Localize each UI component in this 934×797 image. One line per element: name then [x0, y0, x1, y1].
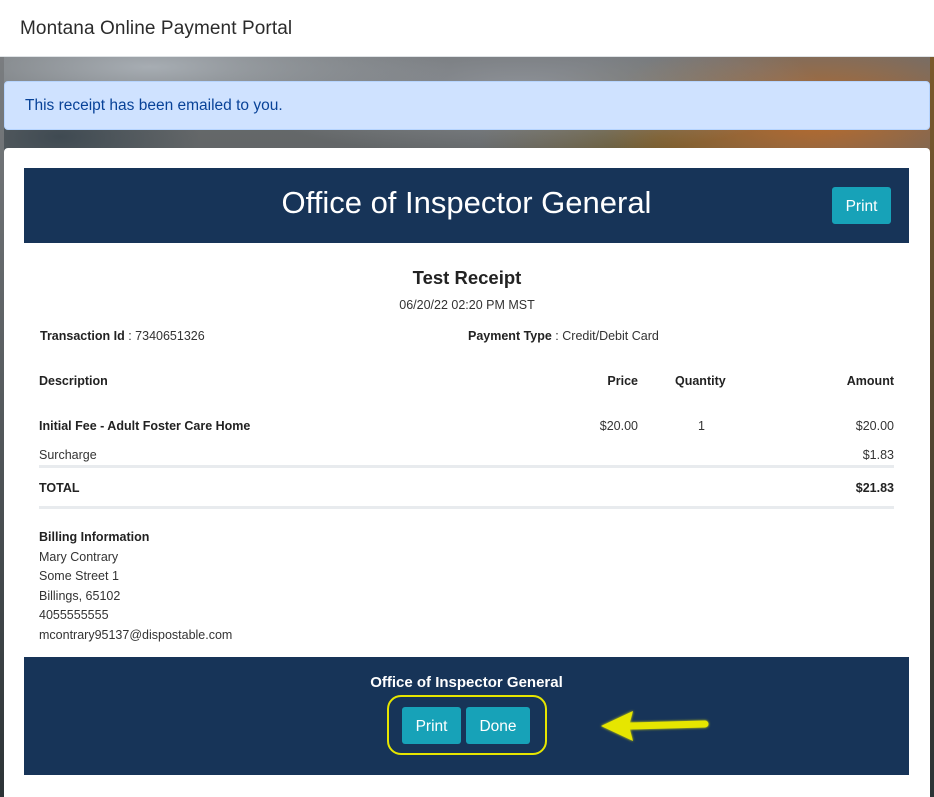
pointer-arrow-icon [601, 711, 709, 741]
footer-agency-title: Office of Inspector General [370, 674, 563, 691]
total-amount: $21.83 [855, 481, 894, 495]
surcharge-label: Surcharge [39, 448, 97, 462]
receipt-title: Test Receipt [412, 267, 522, 288]
payment-type-label: Payment Type [468, 329, 552, 343]
column-header-description: Description [39, 374, 108, 388]
agency-title: Office of Inspector General [281, 185, 652, 220]
email-confirmation-alert: This receipt has been emailed to you. [4, 81, 930, 130]
billing-email: mcontrary95137@dispostable.com [39, 627, 233, 642]
total-label: TOTAL [39, 481, 80, 495]
transaction-id-value: 7340651326 [135, 329, 205, 343]
receipt-footer-banner: Office of Inspector General Print Done [24, 657, 909, 775]
receipt-header-banner: Office of Inspector General Print [24, 168, 909, 243]
print-button-bottom[interactable]: Print [402, 707, 461, 744]
transaction-id-label: Transaction Id [40, 329, 125, 343]
alert-message: This receipt has been emailed to you. [25, 97, 283, 114]
billing-city-zip: Billings, 65102 [39, 588, 121, 603]
divider-before-total [39, 465, 894, 468]
background-edge-right [930, 57, 934, 797]
line-item-description: Initial Fee - Adult Foster Care Home [39, 419, 251, 433]
receipt-card: Office of Inspector General Print Test R… [4, 148, 930, 797]
billing-heading: Billing Information [39, 530, 150, 544]
billing-phone: 4055555555 [39, 608, 109, 622]
column-header-amount: Amount [846, 374, 894, 388]
line-item-price: $20.00 [599, 419, 638, 433]
top-navbar: Montana Online Payment Portal [0, 0, 934, 57]
payment-type-value: Credit/Debit Card [562, 329, 659, 343]
divider-after-total [39, 506, 894, 509]
billing-name: Mary Contrary [39, 549, 119, 564]
line-item-amount: $20.00 [855, 419, 894, 433]
receipt-datetime: 06/20/22 02:20 PM MST [399, 298, 535, 312]
billing-street: Some Street 1 [39, 569, 119, 583]
billing-information: Billing Information Mary Contrary Some S… [39, 528, 232, 645]
done-button[interactable]: Done [466, 707, 530, 744]
line-item-quantity: 1 [698, 419, 705, 433]
column-header-price: Price [607, 374, 638, 388]
print-button-top[interactable]: Print [832, 187, 891, 224]
payment-type: Payment Type : Credit/Debit Card [468, 329, 659, 343]
portal-brand[interactable]: Montana Online Payment Portal [20, 18, 292, 40]
transaction-id: Transaction Id : 7340651326 [40, 329, 205, 343]
column-header-quantity: Quantity [675, 374, 726, 388]
surcharge-amount: $1.83 [862, 448, 894, 462]
